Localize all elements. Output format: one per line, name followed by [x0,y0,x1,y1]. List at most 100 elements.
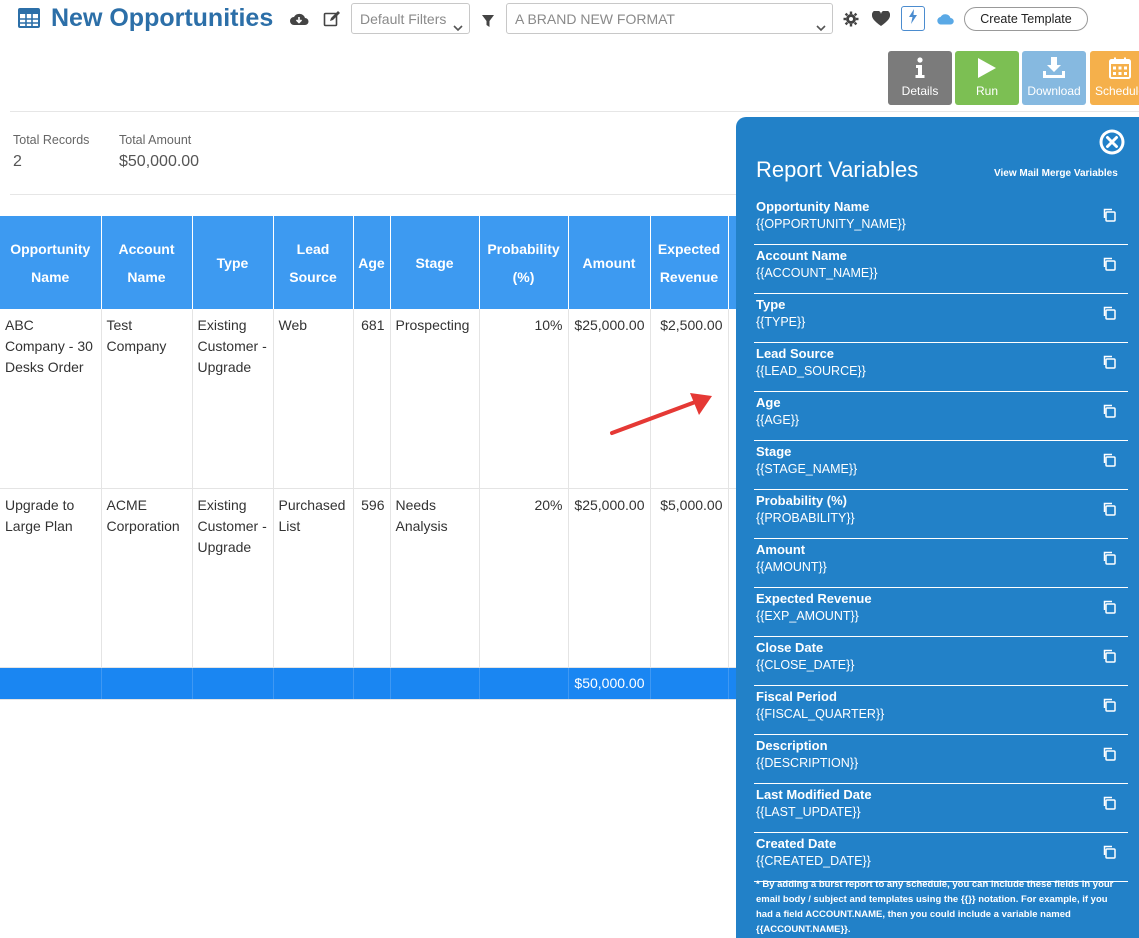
copy-icon[interactable] [1102,208,1116,227]
variable-item: Amount {{AMOUNT}} [754,542,1128,588]
variable-name: Account Name [756,248,848,263]
play-icon [976,58,998,82]
variable-item: Stage {{STAGE_NAME}} [754,444,1128,490]
total-amount-label: Total Amount [119,133,192,147]
variable-name: Probability (%) [756,493,848,508]
filter-select[interactable]: Default Filters [351,3,470,34]
variable-token: {{FISCAL_QUARTER}} [756,707,885,721]
variable-item: Opportunity Name {{OPPORTUNITY_NAME}} [754,199,1128,245]
copy-icon[interactable] [1102,747,1116,766]
variable-token: {{STAGE_NAME}} [756,462,858,476]
cell-opportunity-name: ABC Company - 30 Desks Order [0,309,102,489]
report-variables-panel: Report Variables View Mail Merge Variabl… [736,117,1139,938]
copy-icon[interactable] [1102,649,1116,668]
heart-icon[interactable] [871,9,891,29]
cloud-icon[interactable] [935,9,955,29]
page-header: New Opportunities Default Filters A BRAN… [0,0,1139,40]
table-row[interactable]: Upgrade to Large Plan ACME Corporation E… [0,488,801,668]
variable-token: {{ACCOUNT_NAME}} [756,266,878,280]
variable-item: Lead Source {{LEAD_SOURCE}} [754,346,1128,392]
panel-title: Report Variables [756,157,919,182]
copy-icon[interactable] [1102,502,1116,521]
table-header-row: Opportunity Name Account Name Type Lead … [0,216,801,309]
column-header-age[interactable]: Age [353,216,391,309]
variable-token: {{CREATED_DATE}} [756,854,871,868]
edit-icon[interactable] [322,9,342,29]
chevron-down-icon [816,13,826,44]
copy-icon[interactable] [1102,845,1116,864]
total-cell [192,667,274,700]
details-label: Details [901,84,939,98]
download-button[interactable]: Download [1022,51,1086,105]
variable-name: Expected Revenue [756,591,872,606]
copy-icon[interactable] [1102,257,1116,276]
copy-icon[interactable] [1102,453,1116,472]
calendar-icon [1109,57,1131,82]
close-circle-icon[interactable] [1098,128,1126,156]
variable-token: {{LEAD_SOURCE}} [756,364,866,378]
copy-icon[interactable] [1102,355,1116,374]
cloud-download-icon[interactable] [289,9,309,29]
table-icon [18,8,40,33]
total-records-value: 2 [13,153,22,170]
column-header-amount[interactable]: Amount [568,216,651,309]
bolt-icon [908,8,918,29]
format-select[interactable]: A BRAND NEW FORMAT [506,3,833,34]
copy-icon[interactable] [1102,551,1116,570]
column-header-probability[interactable]: Probability (%) [479,216,569,309]
filter-icon[interactable] [478,11,498,31]
cell-stage: Needs Analysis [390,488,480,668]
report-table: Opportunity Name Account Name Type Lead … [0,216,801,700]
variable-item: Probability (%) {{PROBABILITY}} [754,493,1128,539]
bolt-button[interactable] [901,6,925,31]
column-header-lead-source[interactable]: Lead Source [273,216,354,309]
column-header-type[interactable]: Type [192,216,274,309]
variable-token: {{CLOSE_DATE}} [756,658,855,672]
create-template-button[interactable]: Create Template [964,7,1088,31]
divider [10,111,1139,112]
copy-icon[interactable] [1102,306,1116,325]
cell-lead-source: Purchased List [273,488,354,668]
cell-expected-revenue: $5,000.00 [650,488,729,668]
total-cell [273,667,354,700]
variable-name: Close Date [756,640,824,655]
details-button[interactable]: Details [888,51,952,105]
variable-token: {{TYPE}} [756,315,806,329]
variable-token: {{DESCRIPTION}} [756,756,859,770]
variable-item: Type {{TYPE}} [754,297,1128,343]
gear-icon[interactable] [841,9,861,29]
copy-icon[interactable] [1102,404,1116,423]
cell-probability: 20% [479,488,569,668]
copy-icon[interactable] [1102,600,1116,619]
variable-item: Fiscal Period {{FISCAL_QUARTER}} [754,689,1128,735]
schedule-button[interactable]: Schedule [1090,51,1139,105]
total-cell [650,667,729,700]
mail-merge-link[interactable]: View Mail Merge Variables [994,168,1118,179]
cell-type: Existing Customer - Upgrade [192,488,274,668]
column-header-expected-revenue[interactable]: Expected Revenue [650,216,729,309]
variable-item: Expected Revenue {{EXP_AMOUNT}} [754,591,1128,637]
download-icon [1042,57,1066,82]
variable-item: Last Modified Date {{LAST_UPDATE}} [754,787,1128,833]
variable-token: {{PROBABILITY}} [756,511,855,525]
run-label: Run [975,84,998,98]
variable-name: Amount [756,542,806,557]
total-amount-value: $50,000.00 [119,153,200,170]
column-header-account-name[interactable]: Account Name [101,216,193,309]
total-cell [101,667,193,700]
variable-name: Created Date [756,836,837,851]
copy-icon[interactable] [1102,796,1116,815]
variable-name: Stage [756,444,792,459]
copy-icon[interactable] [1102,698,1116,717]
run-button[interactable]: Run [955,51,1019,105]
cell-account-name: ACME Corporation [101,488,193,668]
variable-item: Age {{AGE}} [754,395,1128,441]
column-header-opportunity-name[interactable]: Opportunity Name [0,216,102,309]
column-header-stage[interactable]: Stage [390,216,480,309]
variable-token: {{OPPORTUNITY_NAME}} [756,217,906,231]
total-cell [0,667,102,700]
cell-opportunity-name: Upgrade to Large Plan [0,488,102,668]
total-cell [390,667,480,700]
total-amount-cell: $50,000.00 [568,667,651,700]
variable-token: {{EXP_AMOUNT}} [756,609,859,623]
